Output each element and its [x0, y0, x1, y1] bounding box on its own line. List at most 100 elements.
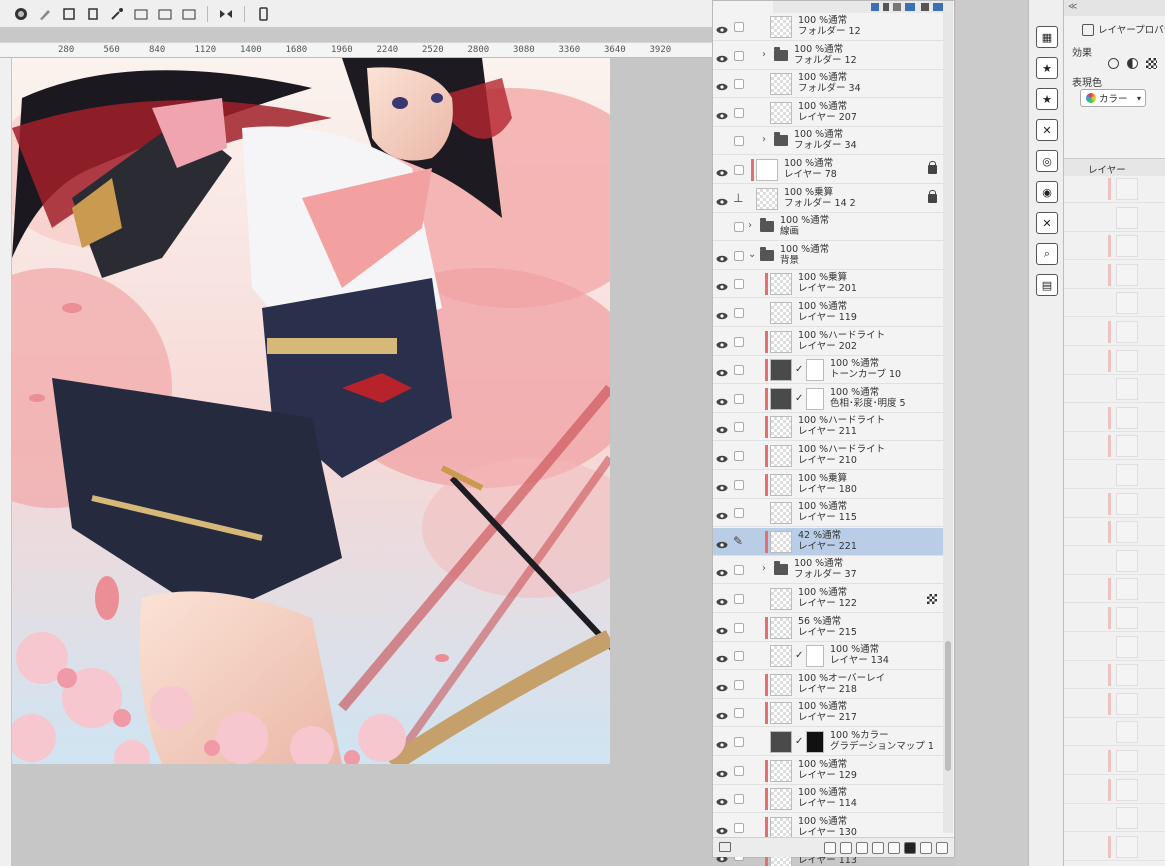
- eye-icon[interactable]: [716, 593, 728, 606]
- layer-checkbox[interactable]: [734, 107, 744, 118]
- layer-checkbox[interactable]: [734, 451, 744, 461]
- new-raster-layer-button[interactable]: [824, 841, 836, 854]
- layer-row[interactable]: › 100 %通常 フォルダー 37: [713, 556, 943, 585]
- canvas-area[interactable]: [12, 58, 712, 866]
- eye-icon[interactable]: [716, 21, 728, 34]
- layer-checkbox[interactable]: [734, 679, 744, 690]
- layer-row[interactable]: ✓ 100 %カラー グラデーションマップ 1: [713, 728, 943, 756]
- eye-icon[interactable]: [716, 50, 728, 62]
- pen-icon[interactable]: [36, 5, 54, 23]
- flip-icon[interactable]: [217, 5, 235, 23]
- layer-checkbox[interactable]: [734, 308, 744, 318]
- eye-icon[interactable]: [716, 622, 728, 634]
- eye-icon[interactable]: [716, 765, 728, 777]
- layer-checkbox[interactable]: [734, 22, 744, 32]
- chevron-right-icon[interactable]: ›: [762, 134, 766, 145]
- apply-mask-button[interactable]: [920, 841, 932, 854]
- layer-icon-1[interactable]: [132, 5, 150, 23]
- eye-icon[interactable]: [716, 164, 728, 177]
- layer-checkbox[interactable]: [734, 622, 744, 633]
- layer-row[interactable]: 100 %通常 レイヤー 207: [713, 99, 943, 127]
- layer-checkbox[interactable]: [734, 479, 744, 490]
- eye-icon[interactable]: [716, 507, 728, 520]
- layer-scroll-thumb[interactable]: [945, 641, 951, 771]
- eye-icon[interactable]: [716, 536, 728, 548]
- eye-icon[interactable]: [716, 364, 728, 377]
- eye-icon[interactable]: [716, 479, 728, 491]
- layer-row[interactable]: ⊥ 100 %乗算 フォルダー 14 2: [713, 185, 943, 213]
- layer-row[interactable]: 56 %通常 レイヤー 215: [713, 614, 943, 642]
- layer-row[interactable]: 100 %ハードライト レイヤー 202: [713, 328, 943, 356]
- layer-icon-3[interactable]: [180, 5, 198, 23]
- layer-checkbox[interactable]: [734, 508, 744, 519]
- layer-row[interactable]: ✓ 100 %通常 レイヤー 134: [713, 642, 943, 671]
- close-x-icon[interactable]: ✕: [1036, 119, 1058, 141]
- panel-header-icon[interactable]: [869, 2, 949, 12]
- eye-icon[interactable]: [716, 650, 728, 663]
- transform-icon[interactable]: [84, 5, 102, 23]
- layer-tab[interactable]: レイヤー: [1088, 162, 1126, 176]
- eye-icon[interactable]: [716, 393, 728, 405]
- lock-icon[interactable]: [928, 189, 937, 203]
- new-vector-layer-button[interactable]: [840, 841, 852, 854]
- chevron-right-icon[interactable]: ›: [748, 220, 752, 231]
- layer-row[interactable]: 100 %ハードライト レイヤー 211: [713, 413, 943, 442]
- layer-checkbox[interactable]: [734, 365, 744, 376]
- merge-down-button[interactable]: [888, 841, 900, 854]
- chevron-right-icon[interactable]: ›: [762, 563, 766, 574]
- eye-icon[interactable]: [716, 250, 728, 262]
- property-tab-icon[interactable]: [1082, 24, 1094, 36]
- layer-checkbox[interactable]: [734, 250, 744, 261]
- layer-checkbox[interactable]: [734, 594, 744, 604]
- extract-line-icon[interactable]: [1127, 58, 1138, 69]
- layer-checkbox[interactable]: [734, 422, 744, 433]
- eye-icon[interactable]: [716, 336, 728, 348]
- eye-icon[interactable]: [716, 793, 728, 806]
- eye-icon[interactable]: [716, 822, 728, 834]
- film-icon[interactable]: ▤: [1036, 274, 1058, 296]
- eye-icon[interactable]: [716, 278, 728, 291]
- layer-row[interactable]: › 100 %通常 線画: [713, 213, 943, 242]
- eye-icon[interactable]: [716, 421, 728, 434]
- layer-checkbox[interactable]: [734, 279, 744, 290]
- eye-icon[interactable]: [716, 78, 728, 91]
- grid-icon[interactable]: ▦: [1036, 26, 1058, 48]
- layer-icon-2[interactable]: [156, 5, 174, 23]
- layer-checkbox[interactable]: [734, 794, 744, 805]
- layer-row[interactable]: 100 %通常 レイヤー 217: [713, 699, 943, 728]
- layer-checkbox[interactable]: [734, 651, 744, 662]
- chevron-right-icon[interactable]: ›: [762, 49, 766, 60]
- navigator-icon[interactable]: ◎: [1036, 150, 1058, 172]
- layer-row[interactable]: 100 %通常 レイヤー 115: [713, 499, 943, 528]
- layer-row[interactable]: ✓ 100 %通常 トーンカーブ 10: [713, 356, 943, 385]
- layer-row[interactable]: 100 %通常 フォルダー 12: [713, 13, 943, 41]
- eye-icon[interactable]: [716, 107, 728, 119]
- eye-icon[interactable]: [716, 736, 728, 749]
- camera-icon[interactable]: ◉: [1036, 181, 1058, 203]
- layer-checkbox[interactable]: [734, 222, 744, 233]
- layer-row[interactable]: 100 %通常 レイヤー 122: [713, 585, 943, 613]
- eye-icon[interactable]: [716, 307, 728, 320]
- layer-checkbox[interactable]: [734, 737, 744, 747]
- layer-checkbox[interactable]: [734, 765, 744, 776]
- layer-row[interactable]: 100 %通常 レイヤー 78: [713, 156, 943, 184]
- layer-row[interactable]: › 100 %通常 フォルダー 12: [713, 42, 943, 70]
- layer-row[interactable]: 100 %オーバーレイ レイヤー 218: [713, 671, 943, 699]
- layer-checkbox[interactable]: [734, 50, 744, 61]
- layer-checkbox[interactable]: [734, 822, 744, 833]
- eye-icon[interactable]: [716, 450, 728, 463]
- layer-row[interactable]: ✎ 42 %通常 レイヤー 221: [713, 527, 943, 556]
- eye-icon[interactable]: [716, 679, 728, 691]
- eye-icon[interactable]: [716, 707, 728, 720]
- phone-icon[interactable]: [254, 5, 272, 23]
- collapse-icon[interactable]: ≪: [1068, 2, 1077, 12]
- layer-row[interactable]: ⌄ 100 %通常 背景: [713, 242, 943, 270]
- layer-checkbox[interactable]: [734, 165, 744, 175]
- property-tab-title[interactable]: レイヤープロパティ: [1098, 22, 1165, 40]
- chevron-down-icon[interactable]: ⌄: [748, 249, 756, 260]
- layer-row[interactable]: 100 %通常 レイヤー 119: [713, 299, 943, 327]
- layer-checkbox[interactable]: [734, 708, 744, 719]
- new-folder-button[interactable]: [856, 841, 868, 854]
- layer-row[interactable]: 100 %通常 レイヤー 114: [713, 785, 943, 814]
- layer-checkbox[interactable]: [734, 336, 744, 347]
